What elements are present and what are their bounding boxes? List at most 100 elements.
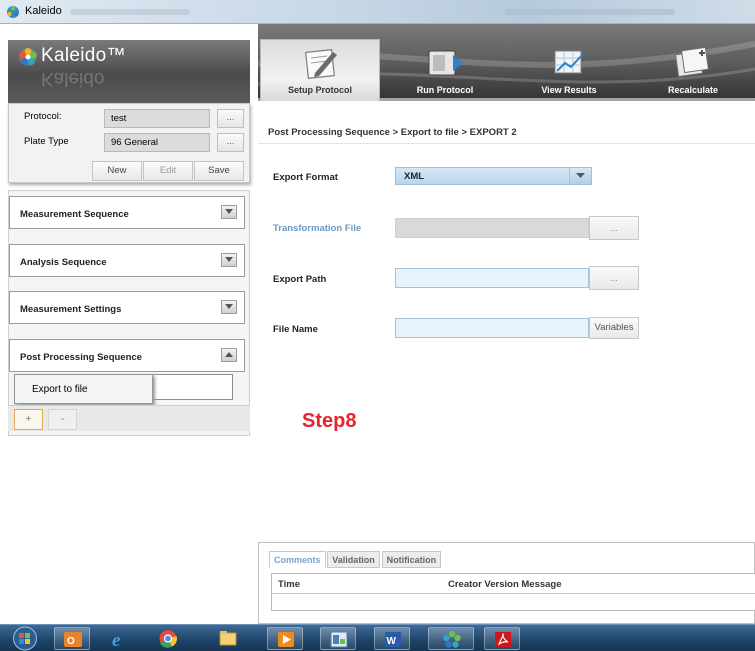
save-button[interactable]: Save [194,161,244,181]
expand-toggle-button[interactable] [221,253,237,267]
tab-recalculate[interactable]: Recalculate [633,39,753,101]
column-header-creator-version-message: Creator Version Message [448,579,562,590]
plate-type-browse-button[interactable]: ... [217,133,244,152]
taskbar-acrobat[interactable] [484,627,520,650]
divider [258,143,755,144]
new-button[interactable]: New [92,161,142,181]
logo-text: Kaleido™ [41,45,126,66]
context-menu: Export to file [14,374,153,404]
start-orb-icon[interactable] [12,626,38,651]
tab-label: Recalculate [667,85,719,95]
section-label: Measurement Sequence [20,209,129,220]
column-header-time: Time [278,579,301,590]
tab-validation[interactable]: Validation [327,551,380,568]
app-window-icon [330,631,348,648]
dropdown-button[interactable] [569,168,591,184]
tab-label: Run Protocol [416,85,474,95]
export-path-input[interactable] [395,268,589,288]
svg-text:W: W [387,636,397,647]
expand-toggle-button[interactable] [221,205,237,219]
acrobat-icon [495,632,511,647]
protocol-box: Protocol: test ... Plate Type 96 General… [8,103,250,183]
logo-panel: Kaleido™ Kaleido [8,40,250,103]
chevron-down-icon [576,173,585,178]
add-step-button[interactable]: + [14,409,43,430]
taskbar-media-player[interactable] [267,627,303,650]
taskbar-kaleido[interactable] [428,627,474,650]
chevron-up-icon [225,352,233,357]
breadcrumb: Post Processing Sequence > Export to fil… [268,127,517,138]
protocol-field[interactable]: test [104,109,210,128]
tab-label: View Results [541,85,597,95]
logo-reflection: Kaleido [41,68,105,89]
edit-button[interactable]: Edit [143,161,193,181]
taskbar-word[interactable]: W [374,627,410,650]
tab-notification[interactable]: Notification [381,551,442,568]
bottom-tabs: Comments Validation Notification [269,551,442,568]
svg-text:O: O [67,636,75,647]
chrome-icon [159,630,177,648]
main-nav-bar: Setup Protocol Run Protocol View Results… [258,24,755,101]
add-remove-toolbar: + - [8,405,250,431]
tab-setup-protocol[interactable]: Setup Protocol [260,39,380,101]
file-name-input[interactable] [395,318,589,338]
results-chart-icon [554,50,584,74]
tab-comments[interactable]: Comments [269,551,326,568]
chevron-down-icon [225,257,233,262]
window-title: Kaleido [25,5,62,17]
export-path-browse-button[interactable]: ... [589,266,639,290]
outlook-icon: O [64,632,82,647]
chevron-down-icon [225,304,233,309]
step-annotation: Step8 [302,410,357,432]
expand-toggle-button[interactable] [221,300,237,314]
taskbar-chrome[interactable] [150,627,186,650]
menu-item-export-to-file[interactable]: Export to file [32,384,88,395]
tab-label: Setup Protocol [287,85,352,95]
protocol-browse-button[interactable]: ... [217,109,244,128]
tab-view-results[interactable]: View Results [509,39,629,101]
taskbar-app-window[interactable] [320,627,356,650]
protocol-label: Protocol: [24,111,62,122]
windows-taskbar: O e W [0,624,755,651]
section-label: Post Processing Sequence [20,352,142,363]
transformation-file-input [395,218,589,238]
export-format-value: XML [404,171,425,182]
window-titlebar: Kaleido [0,0,755,24]
transformation-file-label: Transformation File [273,223,362,234]
titlebar-blurred-text [505,9,675,15]
kaleido-icon [443,630,461,648]
file-name-label: File Name [273,324,318,335]
chevron-down-icon [225,209,233,214]
recalculate-icon [675,46,709,78]
transformation-file-browse-button[interactable]: ... [589,216,639,240]
taskbar-outlook[interactable]: O [54,627,90,650]
media-player-icon [278,632,294,647]
edit-document-icon [305,49,337,79]
titlebar-blurred-text [70,9,190,15]
plate-type-label: Plate Type [24,136,69,147]
table-header: Time Creator Version Message [272,574,755,594]
analysis-sequence-section[interactable]: Analysis Sequence [9,244,245,277]
internet-explorer-icon: e [112,630,121,648]
plate-type-field[interactable]: 96 General [104,133,210,152]
bottom-panel: Comments Validation Notification Time Cr… [258,542,755,624]
section-label: Analysis Sequence [20,257,107,268]
collapse-toggle-button[interactable] [221,348,237,362]
export-format-select[interactable]: XML [395,167,592,185]
tab-run-protocol[interactable]: Run Protocol [385,39,505,101]
file-explorer-icon [219,631,237,646]
kaleido-app-icon [7,6,19,18]
kaleido-logo-icon [19,48,37,66]
post-processing-sequence-section[interactable]: Post Processing Sequence [9,339,245,372]
taskbar-file-explorer[interactable] [210,627,246,650]
variables-button[interactable]: Variables [589,317,639,339]
export-path-label: Export Path [273,274,327,285]
plate-reader-icon [428,50,463,76]
measurement-settings-section[interactable]: Measurement Settings [9,291,245,324]
svg-text:e: e [112,630,121,648]
taskbar-internet-explorer[interactable]: e [102,627,138,650]
section-label: Measurement Settings [20,304,122,315]
remove-step-button[interactable]: - [48,409,77,430]
word-icon: W [385,632,401,647]
measurement-sequence-section[interactable]: Measurement Sequence [9,196,245,229]
